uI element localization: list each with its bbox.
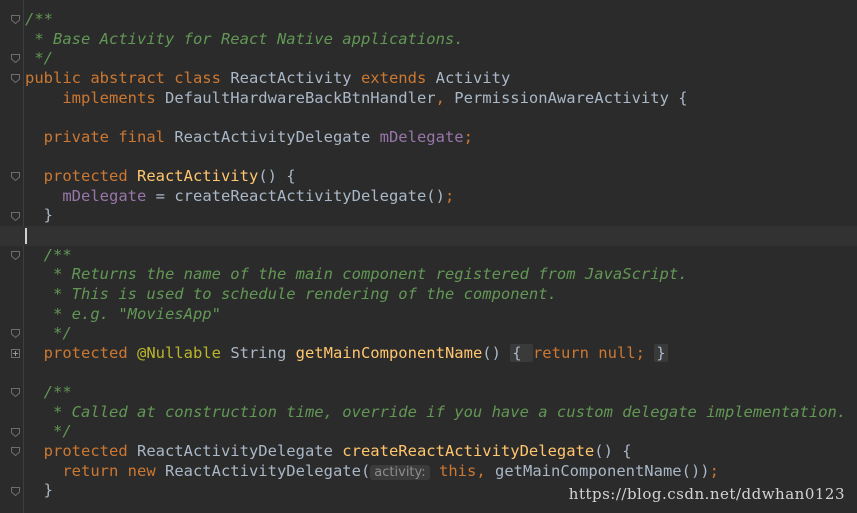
code-line[interactable]: /** <box>25 383 857 403</box>
code-line[interactable]: */ <box>25 422 857 442</box>
code-token: , <box>435 88 455 107</box>
code-token: createReactActivityDelegate <box>342 442 595 461</box>
code-token: this <box>429 461 477 480</box>
code-token: ReactActivityDelegate <box>136 442 343 461</box>
code-token: /** <box>25 383 72 402</box>
code-token: ReactActivity <box>136 167 259 186</box>
code-line[interactable]: * Called at construction time, override … <box>25 403 857 423</box>
code-token: /** <box>25 245 72 264</box>
parameter-hint: activity: <box>370 464 430 480</box>
code-line[interactable] <box>0 226 857 246</box>
code-token: getMainComponentName <box>295 343 483 362</box>
code-token: * Base Activity for React Native applica… <box>25 29 464 48</box>
code-token: private final <box>25 127 175 146</box>
gutter-divider <box>23 0 24 513</box>
fold-collapse-icon[interactable] <box>11 172 20 182</box>
code-token: ; <box>463 127 473 146</box>
code-token: protected <box>25 167 137 186</box>
code-line[interactable]: * e.g. "MoviesApp" <box>25 305 857 325</box>
code-token: ReactActivity <box>230 68 361 87</box>
fold-collapse-icon[interactable] <box>11 54 20 64</box>
code-token: , <box>476 461 495 480</box>
code-token: public abstract class <box>25 68 231 87</box>
code-token: */ <box>25 324 72 343</box>
code-token: String <box>230 343 296 362</box>
code-token: getMainComponentName()) <box>495 461 710 480</box>
code-line[interactable]: private final ReactActivityDelegate mDel… <box>25 128 857 148</box>
fold-expand-icon[interactable] <box>11 349 20 359</box>
code-line[interactable]: * Returns the name of the main component… <box>25 265 857 285</box>
code-token: Activity <box>435 68 511 87</box>
code-token: return null <box>532 343 636 362</box>
code-token: * Called at construction time, override … <box>25 402 847 421</box>
fold-collapse-icon[interactable] <box>11 388 20 398</box>
code-token: implements <box>25 88 165 107</box>
fold-collapse-icon[interactable] <box>11 486 20 496</box>
code-token: */ <box>25 49 53 68</box>
code-token: ; <box>635 343 655 362</box>
code-line[interactable] <box>25 364 857 384</box>
code-line[interactable]: protected ReactActivity() { <box>25 167 857 187</box>
code-line[interactable] <box>25 108 857 128</box>
code-token: () <box>482 343 511 362</box>
code-line[interactable]: */ <box>25 49 857 69</box>
fold-collapse-icon[interactable] <box>11 329 20 339</box>
text-caret <box>25 228 27 245</box>
code-token: mDelegate <box>379 127 464 146</box>
code-token: mDelegate <box>62 186 147 205</box>
code-token: DefaultHardwareBackBtnHandler <box>164 88 436 107</box>
code-line[interactable]: * This is used to schedule rendering of … <box>25 285 857 305</box>
code-token: } <box>25 481 53 500</box>
code-token: PermissionAwareActivity { <box>454 88 688 107</box>
code-token: return new <box>25 461 165 480</box>
code-token: ; <box>444 186 455 205</box>
fold-collapse-icon[interactable] <box>11 447 20 457</box>
code-token: protected <box>25 343 137 362</box>
code-editor[interactable]: /** * Base Activity for React Native app… <box>0 10 857 501</box>
fold-collapse-icon[interactable] <box>11 250 20 260</box>
code-token: () { <box>258 167 296 186</box>
code-token: @Nullable <box>136 343 231 362</box>
code-token: ReactActivityDelegate( <box>164 461 371 480</box>
code-token: = createReactActivityDelegate() <box>146 186 445 205</box>
fold-collapse-icon[interactable] <box>11 73 20 83</box>
code-line[interactable]: */ <box>25 324 857 344</box>
code-token: extends <box>360 68 436 87</box>
fold-collapse-icon[interactable] <box>11 211 20 221</box>
fold-collapse-icon[interactable] <box>11 15 20 24</box>
code-line[interactable] <box>25 147 857 167</box>
code-token: } <box>654 343 668 362</box>
code-token: protected <box>25 442 137 461</box>
code-token: ; <box>709 461 719 480</box>
code-line[interactable]: protected @Nullable String getMainCompon… <box>25 343 857 364</box>
code-token: */ <box>25 422 72 441</box>
code-line[interactable]: protected ReactActivityDelegate createRe… <box>25 442 857 462</box>
code-token: () { <box>594 442 632 461</box>
fold-collapse-icon[interactable] <box>11 427 20 437</box>
code-token: * Returns the name of the main component… <box>25 265 688 284</box>
code-line[interactable]: * Base Activity for React Native applica… <box>25 30 857 50</box>
code-token: * e.g. "MoviesApp" <box>25 304 221 323</box>
code-token: } <box>25 206 53 225</box>
code-token: { <box>510 343 533 362</box>
watermark-url: https://blog.csdn.net/ddwhan0123 <box>568 485 845 503</box>
code-line[interactable]: public abstract class ReactActivity exte… <box>25 69 857 89</box>
code-token: * This is used to schedule rendering of … <box>25 284 557 303</box>
code-line[interactable]: } <box>25 206 857 226</box>
code-token: /** <box>25 10 53 28</box>
code-token: ReactActivityDelegate <box>174 127 380 146</box>
code-line[interactable]: /** <box>25 246 857 266</box>
code-line[interactable]: implements DefaultHardwareBackBtnHandler… <box>25 89 857 109</box>
code-line[interactable]: /** <box>25 10 857 30</box>
code-line[interactable]: mDelegate = createReactActivityDelegate(… <box>25 187 857 207</box>
code-line[interactable]: return new ReactActivityDelegate(activit… <box>25 462 857 482</box>
